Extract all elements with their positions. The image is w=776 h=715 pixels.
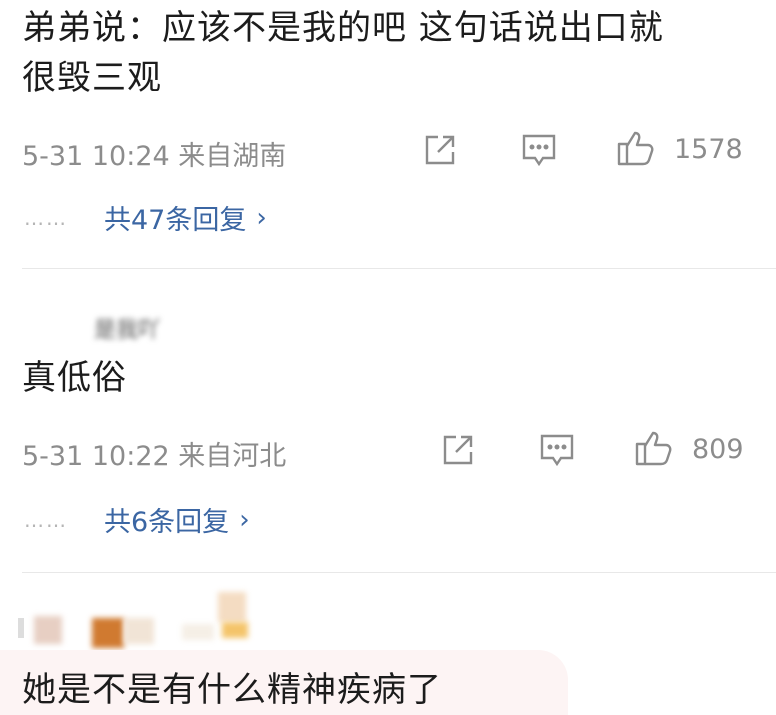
user-badge-blurred xyxy=(218,592,246,622)
user-badge-blurred xyxy=(222,622,248,638)
comment-1-like-count: 1578 xyxy=(674,134,743,165)
view-replies-link-2[interactable]: 共6条回复 › xyxy=(104,500,250,539)
comment-2-like-count: 809 xyxy=(692,434,744,465)
view-replies-link-1[interactable]: 共47条回复 › xyxy=(104,198,267,237)
comment-1-text-line2: 很毁三观 xyxy=(22,58,162,98)
thumbs-up-icon[interactable] xyxy=(634,428,676,468)
comment-1-text-line1: 弟弟说：应该不是我的吧 这句话说出口就 xyxy=(22,8,664,48)
username-blurred[interactable] xyxy=(124,618,154,644)
comment-icon[interactable] xyxy=(538,432,576,468)
username-blurred[interactable] xyxy=(182,624,214,640)
reply-dots: …… xyxy=(24,206,68,230)
divider xyxy=(22,572,776,573)
chevron-right-icon: › xyxy=(256,202,267,233)
avatar-fragment xyxy=(18,618,24,638)
view-replies-label: 共6条回复 xyxy=(104,507,230,538)
view-replies-label: 共47条回复 xyxy=(104,205,247,236)
divider xyxy=(22,268,776,269)
thumbs-up-icon[interactable] xyxy=(616,128,658,168)
comment-2-meta: 5-31 10:22 来自河北 xyxy=(22,441,287,472)
comment-icon[interactable] xyxy=(520,132,558,168)
comment-3-text: 她是不是有什么精神疾病了 xyxy=(22,670,442,710)
reply-dots: …… xyxy=(24,508,68,532)
share-icon[interactable] xyxy=(422,132,458,168)
comment-2-text: 真低俗 xyxy=(22,358,127,398)
username-blurred[interactable]: 是我吖 xyxy=(94,312,160,344)
avatar-blurred[interactable] xyxy=(34,616,62,644)
username-blurred[interactable] xyxy=(92,618,124,648)
comment-1-meta: 5-31 10:24 来自湖南 xyxy=(22,141,287,172)
chevron-right-icon: › xyxy=(239,504,250,535)
share-icon[interactable] xyxy=(440,432,476,468)
